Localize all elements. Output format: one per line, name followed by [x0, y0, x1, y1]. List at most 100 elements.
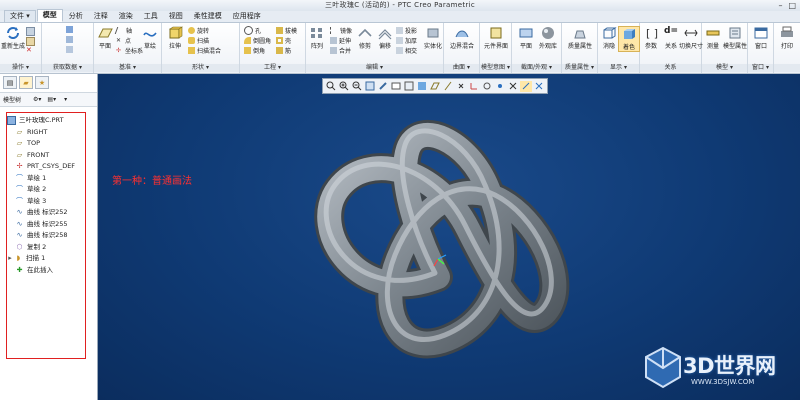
zoom-out-icon[interactable]	[351, 81, 363, 92]
tree-node-right[interactable]: ▱ RIGHT	[7, 127, 85, 139]
minimize-icon[interactable]: –	[778, 1, 782, 10]
shell-button[interactable]: 壳	[276, 36, 291, 45]
folder-browser-tab[interactable]: ▰	[19, 76, 33, 89]
tree-node-sketch-1[interactable]: ⌒ 草绘 1	[7, 173, 85, 185]
mode-select-icon[interactable]	[507, 81, 519, 92]
thicken-button[interactable]: 加厚	[396, 36, 417, 45]
tree-node-csys[interactable]: ✢ PRT_CSYS_DEF	[7, 161, 85, 173]
mass-properties-button[interactable]: 质量属性	[568, 26, 592, 50]
trefoil-knot-model[interactable]	[298, 109, 578, 369]
copy-small-button[interactable]	[26, 27, 37, 36]
tab-view[interactable]: 视图	[164, 11, 188, 22]
datum-axes-toggle-icon[interactable]	[442, 81, 454, 92]
chamfer-button[interactable]: 倒角	[244, 46, 265, 55]
tab-file[interactable]: 文件 ▾	[4, 10, 36, 22]
swept-blend-button[interactable]: 扫描混合	[188, 46, 221, 55]
tree-node-insert-here[interactable]: ✚ 在此插入	[7, 265, 85, 277]
shading-button[interactable]: 着色	[618, 26, 640, 52]
maximize-icon[interactable]: □	[788, 1, 796, 10]
merge-button[interactable]: 合并	[330, 46, 351, 55]
extrude-button[interactable]: 拉伸	[164, 26, 186, 50]
datum-points-toggle-icon[interactable]	[455, 81, 467, 92]
expand-arrow-icon[interactable]: ▸	[7, 254, 13, 263]
axis-button[interactable]: 轴	[114, 26, 132, 35]
plane-button[interactable]: 平面	[94, 26, 116, 50]
tab-applications[interactable]: 应用程序	[228, 11, 266, 22]
model-properties-button[interactable]: 模型属性	[723, 26, 747, 50]
delete-small-button[interactable]: ✕	[26, 47, 35, 54]
refit-icon[interactable]	[325, 81, 337, 92]
shrinkwrap-button[interactable]	[66, 46, 75, 53]
group-mass-properties: 质量属性 质量属性 ▾	[562, 23, 598, 73]
datum-planes-toggle-icon[interactable]	[429, 81, 441, 92]
draft-button[interactable]: 拔模	[276, 26, 297, 35]
revolve-icon	[188, 27, 195, 34]
window-button[interactable]: 窗口	[750, 26, 772, 50]
extend-button[interactable]: 延伸	[330, 36, 351, 45]
csys-toggle-icon[interactable]	[468, 81, 480, 92]
parameters-button[interactable]: [ ] 参数	[640, 26, 662, 50]
reorient-icon[interactable]	[377, 81, 389, 92]
tree-node-sweep-1[interactable]: ▸ ◗ 扫描 1	[7, 253, 85, 265]
user-defined-feature-button[interactable]	[66, 26, 75, 33]
tree-node-part[interactable]: 三叶玫瑰C.PRT	[7, 115, 85, 127]
intersect-button[interactable]: 相交	[396, 46, 417, 55]
regenerate-button[interactable]: 重新生成	[1, 26, 25, 50]
tree-node-curve-252[interactable]: ∿ 曲线 标识252	[7, 207, 85, 219]
pattern-button[interactable]: 阵列	[306, 26, 328, 50]
pause-icon[interactable]	[533, 81, 545, 92]
tree-node-front[interactable]: ▱ FRONT	[7, 150, 85, 162]
tree-node-copy-2[interactable]: ⬡ 复制 2	[7, 242, 85, 254]
measure-button[interactable]: 测量	[702, 26, 724, 50]
sketch-view-icon[interactable]	[520, 80, 532, 92]
project-button[interactable]: 投影	[396, 26, 417, 35]
print-button[interactable]: 打印	[776, 26, 798, 50]
tree-node-top[interactable]: ▱ TOP	[7, 138, 85, 150]
round-button[interactable]: 倒圆角	[244, 36, 271, 45]
display-style-icon[interactable]	[416, 81, 428, 92]
tree-node-sketch-2[interactable]: ⌒ 草绘 2	[7, 184, 85, 196]
copy-geometry-button[interactable]	[66, 36, 75, 43]
section-plane-button[interactable]: 平面	[515, 26, 537, 50]
view-manager-icon[interactable]	[403, 81, 415, 92]
tree-node-sketch-3[interactable]: ⌒ 草绘 3	[7, 196, 85, 208]
hidden-line-button[interactable]: 消隐	[598, 26, 620, 50]
switch-dimensions-button[interactable]: 切换尺寸	[679, 26, 703, 50]
sketch-button[interactable]: 草绘	[139, 26, 161, 50]
show-icon[interactable]: ▤▾	[47, 96, 56, 103]
repaint-icon[interactable]	[364, 81, 376, 92]
annotation-toggle-icon[interactable]	[481, 81, 493, 92]
component-interface-button[interactable]: 元件界面	[484, 26, 508, 50]
boundary-blend-button[interactable]: 边界混合	[450, 26, 474, 50]
solidify-button[interactable]: 实体化	[422, 26, 444, 50]
graphics-window[interactable]: 第一种：普通画法 3D世界网 WWW.3DSJW.COM	[98, 74, 800, 400]
rib-button[interactable]: 筋	[276, 46, 291, 55]
tree-node-curve-258[interactable]: ∿ 曲线 标识258	[7, 230, 85, 242]
tab-tools[interactable]: 工具	[139, 11, 163, 22]
sketch-icon: ⌒	[16, 173, 23, 182]
tab-analysis[interactable]: 分析	[64, 11, 88, 22]
revolve-button[interactable]: 旋转	[188, 26, 209, 35]
group-surfaces: 边界混合 曲面 ▾	[444, 23, 480, 73]
point-button[interactable]: ✕ 点	[116, 36, 131, 45]
saved-views-icon[interactable]	[390, 81, 402, 92]
paste-small-button[interactable]	[26, 37, 37, 46]
mirror-button[interactable]: 镜像	[330, 26, 352, 35]
tree-node-curve-255[interactable]: ∿ 曲线 标识255	[7, 219, 85, 231]
tab-model[interactable]: 模型	[36, 9, 63, 22]
tab-flexible-modeling[interactable]: 柔性建模	[189, 11, 227, 22]
filter-icon[interactable]: ▾	[64, 96, 67, 103]
trim-button[interactable]: 修剪	[354, 26, 376, 50]
hole-button[interactable]: 孔	[244, 26, 261, 35]
offset-button[interactable]: 偏移	[374, 26, 396, 50]
tab-annotate[interactable]: 注释	[89, 11, 113, 22]
tab-render[interactable]: 渲染	[114, 11, 138, 22]
appearance-gallery-button[interactable]: 外观库	[537, 26, 559, 50]
zoom-in-icon[interactable]	[338, 81, 350, 92]
model-tree-tab[interactable]: ▤	[3, 76, 17, 89]
settings-icon[interactable]: ⚙▾	[33, 96, 41, 103]
favorites-tab[interactable]: ★	[35, 76, 49, 89]
group-datum: 平面 轴 ✕ 点 ✢ 坐标系 草绘 基准 ▾	[94, 23, 162, 73]
sweep-button[interactable]: 扫描	[188, 36, 209, 45]
spin-center-icon[interactable]	[494, 81, 506, 92]
